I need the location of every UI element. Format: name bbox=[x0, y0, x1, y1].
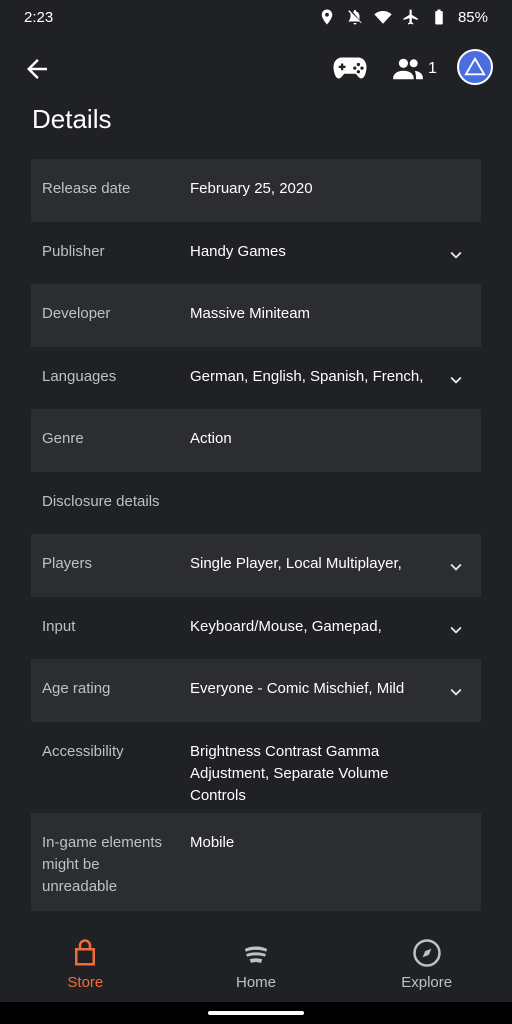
chevron-down-icon bbox=[450, 563, 462, 571]
expand-button[interactable] bbox=[445, 244, 467, 266]
detail-row-developer: Developer Massive Miniteam bbox=[31, 284, 481, 347]
wifi-icon bbox=[374, 11, 392, 24]
detail-row-players[interactable]: Players Single Player, Local Multiplayer… bbox=[31, 534, 481, 597]
gesture-bar bbox=[0, 1002, 512, 1024]
detail-value: February 25, 2020 bbox=[190, 180, 313, 197]
detail-label: Disclosure details bbox=[42, 492, 160, 510]
detail-row-accessibility: Accessibility Brightness Contrast Gamma … bbox=[31, 722, 481, 813]
top-app-bar: 1 bbox=[0, 44, 512, 92]
detail-label: Publisher bbox=[42, 242, 105, 260]
friends-count: 1 bbox=[428, 60, 437, 77]
stadia-home-icon bbox=[244, 946, 268, 963]
detail-value: Brightness Contrast Gamma Adjustment, Se… bbox=[190, 742, 389, 804]
status-bar: 2:23 85% bbox=[0, 0, 512, 34]
detail-label: Age rating bbox=[42, 680, 111, 697]
nav-explore[interactable]: Explore bbox=[341, 930, 512, 1002]
detail-value: Massive Miniteam bbox=[190, 305, 311, 322]
detail-label: Developer bbox=[42, 305, 111, 322]
controller-button[interactable] bbox=[332, 52, 368, 84]
battery-percent: 85% bbox=[457, 8, 488, 26]
detail-value: Single Player, Local Multiplayer, bbox=[190, 555, 402, 572]
detail-row-publisher[interactable]: Publisher Handy Games bbox=[31, 222, 481, 285]
nav-label: Home bbox=[236, 974, 277, 991]
chevron-down-icon bbox=[450, 376, 462, 384]
detail-value: Handy Games bbox=[190, 242, 286, 260]
detail-value: Everyone - Comic Mischief, Mild bbox=[190, 680, 405, 697]
expand-button[interactable] bbox=[445, 619, 467, 641]
detail-label: Languages bbox=[42, 367, 117, 385]
detail-row-input[interactable]: Input Keyboard/Mouse, Gamepad, bbox=[31, 597, 481, 660]
detail-row-unreadable-elements: In-game elements might be unreadable Mob… bbox=[31, 812, 481, 911]
chevron-down-icon bbox=[450, 688, 462, 696]
detail-label: Genre bbox=[42, 430, 84, 447]
nav-home[interactable]: Home bbox=[171, 930, 342, 1002]
avatar[interactable] bbox=[457, 49, 493, 85]
profile-triangle-icon bbox=[464, 56, 486, 76]
chevron-down-icon bbox=[450, 251, 462, 259]
back-button[interactable] bbox=[22, 54, 52, 84]
page-title: Details bbox=[32, 104, 112, 134]
compass-icon bbox=[412, 939, 441, 967]
location-icon bbox=[321, 9, 333, 25]
expand-button[interactable] bbox=[445, 369, 467, 391]
detail-row-release-date: Release date February 25, 2020 bbox=[31, 159, 481, 222]
detail-value: German, English, Spanish, French, bbox=[190, 367, 424, 385]
expand-button[interactable] bbox=[445, 556, 467, 578]
detail-value: Mobile bbox=[190, 833, 235, 851]
airplane-mode-icon bbox=[403, 9, 418, 25]
shopping-bag-icon bbox=[75, 939, 96, 966]
chevron-down-icon bbox=[450, 626, 462, 634]
gamepad-icon bbox=[333, 57, 367, 79]
detail-label: In-game elements might be unreadable bbox=[42, 833, 163, 895]
detail-row-genre: Genre Action bbox=[31, 409, 481, 472]
detail-label: Input bbox=[42, 617, 76, 635]
detail-row-languages[interactable]: Languages German, English, Spanish, Fren… bbox=[31, 347, 481, 410]
bottom-navigation: Store Home Explore bbox=[0, 930, 512, 1002]
nav-label: Explore bbox=[401, 974, 453, 991]
detail-label: Accessibility bbox=[42, 742, 124, 760]
friends-button[interactable]: 1 bbox=[392, 54, 437, 84]
people-icon bbox=[393, 58, 423, 80]
battery-icon bbox=[435, 9, 443, 25]
detail-row-disclosure: Disclosure details bbox=[31, 472, 481, 535]
details-list: Release date February 25, 2020 Publisher… bbox=[31, 159, 481, 911]
nav-store[interactable]: Store bbox=[0, 930, 171, 1002]
expand-button[interactable] bbox=[445, 681, 467, 703]
detail-row-age-rating[interactable]: Age rating Everyone - Comic Mischief, Mi… bbox=[31, 659, 481, 722]
status-time: 2:23 bbox=[24, 8, 54, 26]
home-gesture-handle[interactable] bbox=[208, 1011, 304, 1015]
nav-label: Store bbox=[67, 974, 104, 991]
detail-label: Release date bbox=[42, 180, 131, 197]
detail-value: Action bbox=[190, 430, 232, 447]
status-icons: 85% bbox=[318, 8, 488, 26]
arrow-back-icon bbox=[27, 59, 47, 79]
detail-value: Keyboard/Mouse, Gamepad, bbox=[190, 617, 382, 635]
notifications-off-icon bbox=[348, 9, 362, 25]
detail-label: Players bbox=[42, 555, 93, 572]
